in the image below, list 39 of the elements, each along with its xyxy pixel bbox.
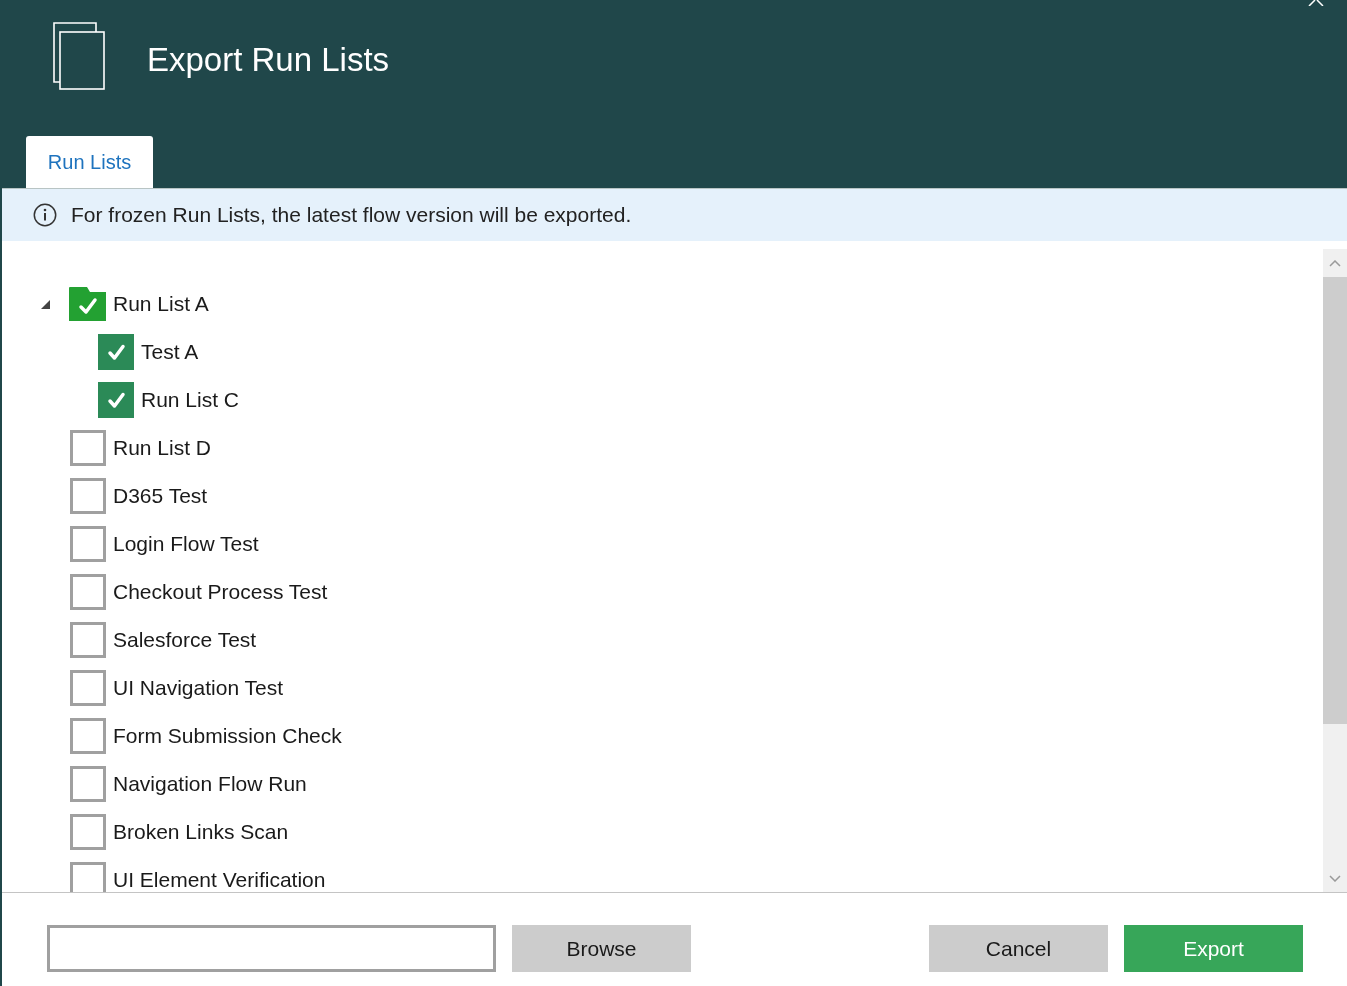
tree-item-label[interactable]: Run List D [113, 436, 212, 460]
checkbox[interactable] [98, 382, 134, 418]
path-field[interactable] [47, 925, 496, 972]
tree-item-label[interactable]: Form Submission Check [113, 724, 342, 748]
tree-item-label[interactable]: Test A [141, 340, 199, 364]
checkbox[interactable] [70, 814, 106, 850]
browse-button[interactable]: Browse [512, 925, 691, 972]
chevron-down-icon [1329, 875, 1341, 882]
documents-icon [53, 22, 105, 90]
info-text: For frozen Run Lists, the latest flow version will be exported. [71, 203, 632, 227]
checkbox[interactable] [70, 718, 106, 754]
checkbox[interactable] [70, 526, 106, 562]
close-icon[interactable] [1308, 0, 1324, 6]
checkbox[interactable] [70, 574, 106, 610]
folder-checkbox[interactable] [69, 287, 106, 321]
tree-item-label[interactable]: Run List C [141, 388, 240, 412]
tab[interactable]: Run Lists [26, 136, 153, 188]
window-title: Export Run Lists [147, 41, 390, 79]
tree-item-label[interactable]: Login Flow Test [113, 532, 259, 556]
tree-item-label[interactable]: UI Navigation Test [113, 676, 284, 700]
checkbox[interactable] [70, 478, 106, 514]
secondary-button[interactable]: Cancel [929, 925, 1108, 972]
checkbox[interactable] [70, 766, 106, 802]
tree-item-label[interactable]: Broken Links Scan [113, 820, 289, 844]
tree-item-label[interactable]: Navigation Flow Run [113, 772, 307, 796]
info-icon [33, 203, 57, 227]
tree-item-label[interactable]: Salesforce Test [113, 628, 257, 652]
scrollbar-thumb[interactable] [1323, 277, 1347, 724]
tree-item-label[interactable]: UI Element Verification [113, 868, 326, 892]
tree-item-label[interactable]: D365 Test [113, 484, 208, 508]
checkbox[interactable] [70, 622, 106, 658]
expander-icon[interactable] [41, 299, 50, 309]
checkbox[interactable] [70, 670, 106, 706]
checkbox[interactable] [70, 430, 106, 466]
chevron-up-icon [1329, 259, 1341, 267]
checkbox[interactable] [70, 862, 106, 892]
tree-item-label[interactable]: Run List A [113, 292, 209, 316]
tree-item-label[interactable]: Checkout Process Test [113, 580, 328, 604]
checkbox[interactable] [98, 334, 134, 370]
